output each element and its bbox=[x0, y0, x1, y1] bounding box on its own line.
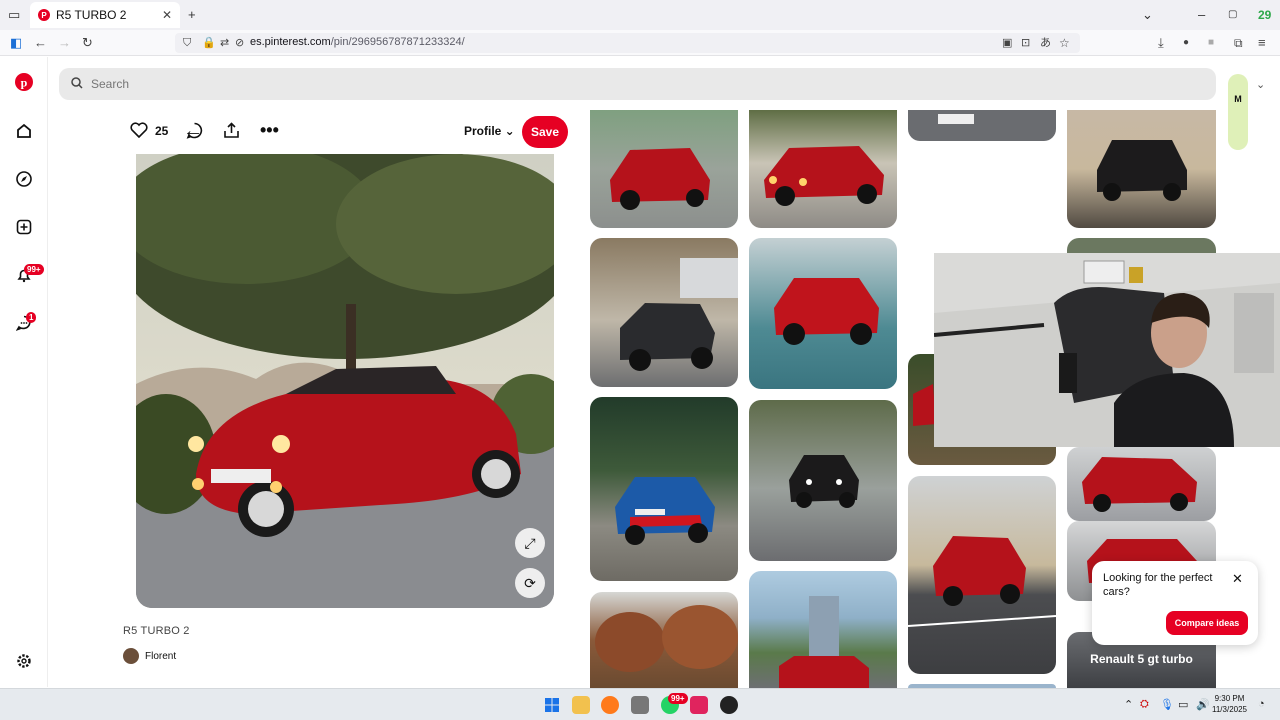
profile-dropdown[interactable]: Profile ⌄ bbox=[464, 124, 515, 138]
expand-icon[interactable]: ⤢ bbox=[515, 528, 545, 558]
restore-icon[interactable]: ▢ bbox=[1228, 6, 1237, 24]
clock-date: 11/3/2025 bbox=[1212, 705, 1247, 714]
profile-label: Profile bbox=[464, 124, 502, 138]
notifications-badge: 99+ bbox=[24, 264, 44, 275]
whatsapp-badge: 99+ bbox=[668, 693, 688, 704]
save-button[interactable]: Save bbox=[522, 116, 568, 148]
svg-text:p: p bbox=[21, 76, 28, 90]
microphone-tray-icon[interactable]: 🎙 bbox=[1160, 698, 1174, 711]
url-text[interactable]: es.pinterest.com/pin/296956787871233324/ bbox=[250, 36, 465, 48]
create-icon[interactable] bbox=[14, 217, 34, 237]
tiktok-icon[interactable] bbox=[690, 696, 708, 714]
explore-icon[interactable] bbox=[14, 169, 34, 189]
downloads-icon[interactable]: ⤓ bbox=[1158, 34, 1164, 52]
menu-icon[interactable]: ≡ bbox=[1258, 34, 1266, 52]
related-pin[interactable] bbox=[908, 110, 1056, 141]
tray-app-icon[interactable]: ⛭ bbox=[1140, 698, 1149, 711]
author-avatar bbox=[123, 648, 139, 664]
permissions-icon[interactable]: ⇄ bbox=[220, 34, 229, 52]
related-pin[interactable] bbox=[749, 238, 897, 389]
extensions-puzzle-icon[interactable]: ⧉ bbox=[1234, 34, 1243, 52]
pinterest-logo-icon[interactable]: p bbox=[14, 72, 34, 92]
url-domain: es.pinterest.com bbox=[250, 36, 331, 48]
compare-popup: Looking for the perfect cars? ✕ Compare … bbox=[1092, 561, 1258, 645]
extension-icon[interactable]: ■ bbox=[1208, 34, 1214, 52]
save-page-icon[interactable]: ⊡ bbox=[1021, 34, 1030, 52]
pinterest-sidebar: p 99+ 1 bbox=[0, 57, 48, 687]
pin-overlay-label: Renault 5 gt turbo bbox=[1090, 652, 1193, 666]
pin-author[interactable]: Florent bbox=[123, 648, 176, 664]
search-bar[interactable]: Search bbox=[59, 68, 1216, 100]
pin-detail-card: ← 25 ••• Profile ⌄ Save ⤢ ⟳ R5 TURBO 2 F… bbox=[113, 110, 579, 688]
notification-center-icon[interactable]: ◔ bbox=[1258, 698, 1265, 710]
lock-icon[interactable]: 🔒 bbox=[202, 34, 216, 52]
webcam-overlay bbox=[934, 253, 1280, 447]
comment-icon[interactable] bbox=[186, 122, 203, 144]
app-icon[interactable] bbox=[720, 696, 738, 714]
avatar-initial: M bbox=[1234, 94, 1242, 104]
close-tab-icon[interactable]: ✕ bbox=[162, 8, 172, 22]
home-icon[interactable] bbox=[14, 121, 34, 141]
microphone-app-icon[interactable] bbox=[631, 696, 649, 714]
author-name: Florent bbox=[145, 650, 177, 662]
sidebar-toggle-icon[interactable]: ◧ bbox=[10, 34, 22, 52]
messages-badge: 1 bbox=[26, 312, 37, 323]
popup-text: Looking for the perfect cars? bbox=[1103, 572, 1213, 598]
account-avatar[interactable]: M bbox=[1228, 74, 1248, 150]
picture-in-picture-icon[interactable]: ▣ bbox=[1002, 34, 1012, 52]
bookmark-star-icon[interactable]: ☆ bbox=[1059, 34, 1070, 52]
more-options-icon[interactable]: ••• bbox=[260, 120, 279, 141]
new-tab-button[interactable]: + bbox=[188, 6, 196, 24]
translate-icon[interactable]: あ bbox=[1040, 34, 1051, 52]
account-chevron-icon[interactable]: ⌄ bbox=[1256, 78, 1265, 91]
forward-icon[interactable]: → bbox=[58, 34, 71, 52]
pin-image[interactable]: ⤢ ⟳ bbox=[136, 154, 554, 608]
tab-title: R5 TURBO 2 bbox=[56, 8, 127, 22]
visual-search-icon[interactable]: ⟳ bbox=[515, 568, 545, 598]
related-pin[interactable] bbox=[590, 110, 738, 228]
volume-icon[interactable]: 🔊 bbox=[1196, 698, 1210, 711]
settings-icon[interactable] bbox=[14, 651, 34, 671]
tab-bar: ▭ P R5 TURBO 2 ✕ + ⌄ – ▢ 29 bbox=[0, 0, 1280, 30]
account-icon[interactable]: ● bbox=[1183, 34, 1189, 52]
back-icon[interactable]: ← bbox=[34, 34, 47, 52]
pin-title: R5 TURBO 2 bbox=[123, 625, 190, 637]
url-path: /pin/296956787871233324/ bbox=[330, 36, 465, 48]
like-count: 25 bbox=[155, 124, 169, 138]
popup-close-icon[interactable]: ✕ bbox=[1232, 571, 1243, 587]
compare-ideas-button[interactable]: Compare ideas bbox=[1166, 611, 1248, 635]
related-pin[interactable] bbox=[1067, 447, 1216, 521]
related-pin[interactable] bbox=[590, 397, 738, 581]
navigation-bar: ◧ ← → ↻ ⛉ 🔒 ⇄ ⊘ es.pinterest.com/pin/296… bbox=[0, 30, 1280, 56]
extension-badge[interactable]: 29 bbox=[1258, 6, 1271, 24]
related-pin[interactable] bbox=[1067, 110, 1216, 228]
clock-time: 9:30 PM bbox=[1214, 694, 1245, 703]
network-icon[interactable]: ▭ bbox=[1178, 698, 1188, 711]
reload-icon[interactable]: ↻ bbox=[82, 34, 93, 52]
clock[interactable]: 9:30 PM 11/3/2025 bbox=[1212, 693, 1247, 715]
related-pin[interactable] bbox=[590, 238, 738, 387]
related-pin[interactable] bbox=[908, 476, 1056, 674]
tab-list-icon[interactable]: ▭ bbox=[8, 6, 20, 24]
minimize-icon[interactable]: – bbox=[1198, 6, 1205, 24]
browser-tab[interactable]: P R5 TURBO 2 ✕ bbox=[30, 2, 180, 28]
windows-start-icon[interactable] bbox=[543, 696, 561, 714]
share-icon[interactable] bbox=[223, 122, 240, 144]
tray-overflow-icon[interactable]: ⌃ bbox=[1124, 698, 1133, 711]
related-pin[interactable] bbox=[749, 571, 897, 688]
shield-icon[interactable]: ⛉ bbox=[183, 34, 191, 52]
related-pin[interactable] bbox=[749, 110, 897, 228]
camera-off-icon[interactable]: ⊘ bbox=[235, 34, 244, 52]
related-pin[interactable] bbox=[590, 592, 738, 688]
windows-taskbar: 99+ ⌃ ⛭ 🎙 ▭ 🔊 9:30 PM 11/3/2025 ◔ bbox=[0, 688, 1280, 720]
pinterest-favicon-icon: P bbox=[38, 9, 50, 21]
heart-icon[interactable] bbox=[130, 122, 148, 143]
file-explorer-icon[interactable] bbox=[572, 696, 590, 714]
search-placeholder: Search bbox=[91, 77, 130, 91]
search-icon bbox=[71, 76, 83, 92]
firefox-icon[interactable] bbox=[601, 696, 619, 714]
tab-overflow-icon[interactable]: ⌄ bbox=[1142, 6, 1153, 24]
related-pin[interactable] bbox=[749, 400, 897, 561]
